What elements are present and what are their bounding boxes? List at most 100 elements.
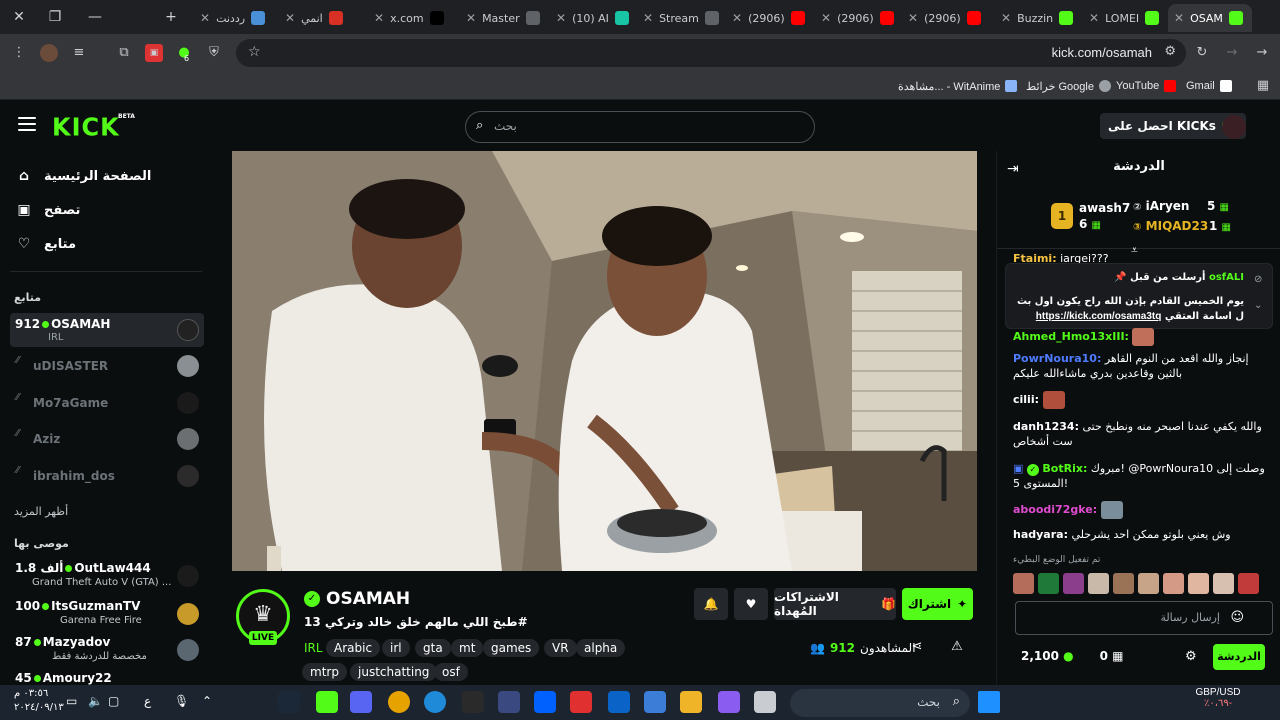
tag-pill[interactable]: irl bbox=[382, 639, 410, 657]
file-explorer-icon[interactable] bbox=[680, 691, 702, 713]
network-icon[interactable]: ▢ bbox=[108, 694, 119, 708]
close-tab-icon[interactable]: ✕ bbox=[1174, 11, 1184, 25]
browser-tab[interactable]: ✕ LOMEI bbox=[1083, 4, 1167, 32]
dropbox-icon[interactable] bbox=[534, 691, 556, 713]
restore-window-icon[interactable]: ❐ bbox=[42, 5, 68, 29]
chat-input[interactable]: إرسال رسالة ☺ bbox=[1015, 601, 1273, 635]
show-more-link[interactable]: أظهر المزيد bbox=[14, 505, 68, 518]
browser-tab[interactable]: ✕ Stream bbox=[637, 4, 721, 32]
search-input[interactable]: ⌕ بحث bbox=[465, 111, 815, 143]
leaderboard-user[interactable]: awash7 bbox=[1079, 201, 1130, 215]
new-tab-icon[interactable]: + bbox=[158, 5, 184, 29]
taskbar-search[interactable]: بحث ⌕ bbox=[790, 689, 970, 717]
bookmark-gmail[interactable]: Gmail bbox=[1186, 77, 1232, 95]
leaderboard-user[interactable]: ② iAryen bbox=[1133, 199, 1189, 213]
input-language[interactable]: ع bbox=[144, 694, 151, 708]
store-icon[interactable] bbox=[644, 691, 666, 713]
emote-icon[interactable] bbox=[1088, 573, 1109, 594]
site-settings-icon[interactable]: ⚙ bbox=[1164, 44, 1176, 59]
browser-tab[interactable]: ✕ انمي bbox=[279, 4, 363, 32]
emote-icon[interactable] bbox=[1188, 573, 1209, 594]
currency-widget[interactable]: GBP/USD ٪٠،٦٩- bbox=[1192, 687, 1244, 709]
emote-icon[interactable] bbox=[1213, 573, 1234, 594]
chat-send-button[interactable]: الدردشة bbox=[1213, 644, 1265, 670]
subscribe-button[interactable]: اشتراك ✦ bbox=[902, 588, 973, 620]
report-icon[interactable]: ⚠ bbox=[948, 639, 966, 657]
sidebar-channel-ibrahim-dos[interactable]: ⁄⁄ ibrahim_dos bbox=[10, 459, 204, 493]
battery-icon[interactable]: ▭ bbox=[66, 694, 77, 708]
extensions-icon[interactable]: ⧉ bbox=[115, 44, 133, 62]
tag-pill[interactable]: mtrp bbox=[302, 663, 347, 681]
profile-avatar[interactable] bbox=[40, 44, 58, 62]
chrome-icon[interactable] bbox=[388, 691, 410, 713]
emote-icon[interactable] bbox=[1013, 573, 1034, 594]
shield-icon[interactable]: ⛨ bbox=[205, 44, 223, 62]
outlook-icon[interactable] bbox=[608, 691, 630, 713]
sidebar-channel-osamah[interactable]: 912 OSAMAH IRL bbox=[10, 313, 204, 347]
sidebar-channel-aziz[interactable]: ⁄⁄ Aziz bbox=[10, 422, 204, 456]
tag-pill[interactable]: alpha bbox=[576, 639, 626, 657]
nav-following[interactable]: ♡ متابع bbox=[16, 233, 76, 255]
share-icon[interactable]: ⋖ bbox=[908, 639, 926, 657]
subs-count[interactable]: 0 ▦ bbox=[1100, 649, 1124, 663]
epic-games-icon[interactable] bbox=[462, 691, 484, 713]
browser-tab[interactable]: ✕ x.com bbox=[368, 4, 452, 32]
close-tab-icon[interactable]: ✕ bbox=[1089, 11, 1099, 25]
browser-tab[interactable]: ✕ (10) AI bbox=[550, 4, 634, 32]
close-tab-icon[interactable]: ✕ bbox=[908, 11, 918, 25]
tag-pill[interactable]: osf bbox=[434, 663, 468, 681]
nav-browse[interactable]: ▣ تصفح bbox=[16, 199, 80, 221]
hide-eye-icon[interactable]: ⊘ bbox=[1254, 274, 1262, 285]
edge-icon[interactable] bbox=[424, 691, 446, 713]
hamburger-menu-icon[interactable] bbox=[18, 117, 36, 133]
windows-start-icon[interactable] bbox=[978, 691, 1000, 713]
emote-icon[interactable] bbox=[1063, 573, 1084, 594]
browser-tab[interactable]: ✕ (2906) bbox=[902, 4, 986, 32]
taskbar-clock[interactable]: ٠٣:٥٦ م ٢٠٢٤/٠٩/١٣ bbox=[14, 687, 64, 715]
sidebar-channel-udisaster[interactable]: ⁄⁄ uDISASTER bbox=[10, 349, 204, 383]
close-tab-icon[interactable]: ✕ bbox=[643, 11, 653, 25]
tag-pill[interactable]: gta bbox=[415, 639, 451, 657]
close-tab-icon[interactable]: ✕ bbox=[1001, 11, 1011, 25]
notifications-button[interactable]: 🔔 bbox=[694, 588, 728, 620]
sidebar-rec-outlaw444[interactable]: 1.8 ألف OutLaw444 Grand Theft Auto V (GTA… bbox=[10, 559, 204, 595]
close-window-icon[interactable]: ✕ bbox=[6, 5, 32, 29]
app-icon[interactable] bbox=[754, 691, 776, 713]
close-tab-icon[interactable]: ✕ bbox=[556, 11, 566, 25]
minimize-window-icon[interactable]: — bbox=[82, 5, 108, 29]
tag-pill[interactable]: games bbox=[483, 639, 540, 657]
steam-icon[interactable] bbox=[278, 691, 300, 713]
microphone-icon[interactable]: 🎙 bbox=[174, 694, 189, 708]
media-control-icon[interactable]: ≡ bbox=[70, 44, 88, 62]
back-icon[interactable]: → bbox=[1253, 44, 1271, 62]
video-player[interactable] bbox=[232, 151, 977, 571]
streamer-name[interactable]: ✓ OSAMAH bbox=[304, 589, 410, 609]
tag-pill[interactable]: VR bbox=[544, 639, 577, 657]
bookmark-star-icon[interactable]: ☆ bbox=[248, 44, 261, 60]
sidebar-rec-mazyadov[interactable]: 87 Mazyadov مخصصة للدردشة فقط bbox=[10, 633, 204, 669]
close-tab-icon[interactable]: ✕ bbox=[466, 11, 476, 25]
gift-subs-button[interactable]: الاشتراكات المُهداة 🎁 bbox=[774, 588, 896, 620]
pinned-link[interactable]: https://kick.com/osama3tq bbox=[1036, 311, 1162, 322]
emote-icon[interactable] bbox=[1238, 573, 1259, 594]
address-bar[interactable]: ☆ kick.com/osamah ⚙ bbox=[236, 39, 1186, 67]
bookmark-maps[interactable]: خرائط Google bbox=[1026, 77, 1111, 95]
user-avatar[interactable] bbox=[1222, 115, 1246, 139]
browser-tab[interactable]: ✕ (2906) bbox=[815, 4, 899, 32]
tag-pill[interactable]: justchatting bbox=[350, 663, 438, 681]
all-bookmarks-icon[interactable]: ▦ bbox=[1254, 77, 1272, 95]
app-icon[interactable] bbox=[570, 691, 592, 713]
category-link[interactable]: IRL bbox=[304, 641, 323, 655]
nav-home[interactable]: ⌂ الصفحة الرئيسية bbox=[16, 165, 151, 187]
reload-icon[interactable]: ↻ bbox=[1193, 44, 1211, 62]
volume-icon[interactable]: 🔈 bbox=[88, 694, 103, 708]
sidebar-channel-mo7agame[interactable]: ⁄⁄ Mo7aGame bbox=[10, 386, 204, 420]
emote-icon[interactable] bbox=[1138, 573, 1159, 594]
forward-icon[interactable]: → bbox=[1223, 44, 1241, 62]
bookmark-witanime[interactable]: مشاهدة... - WitAnime bbox=[898, 77, 1018, 95]
tag-pill[interactable]: Arabic bbox=[326, 639, 381, 657]
browser-tab[interactable]: ✕ Master bbox=[460, 4, 544, 32]
kick-logo[interactable]: KICK bbox=[52, 112, 120, 141]
extension-icon[interactable]: ▣ bbox=[145, 44, 163, 62]
emoji-picker-icon[interactable]: ☺ bbox=[1230, 610, 1244, 625]
